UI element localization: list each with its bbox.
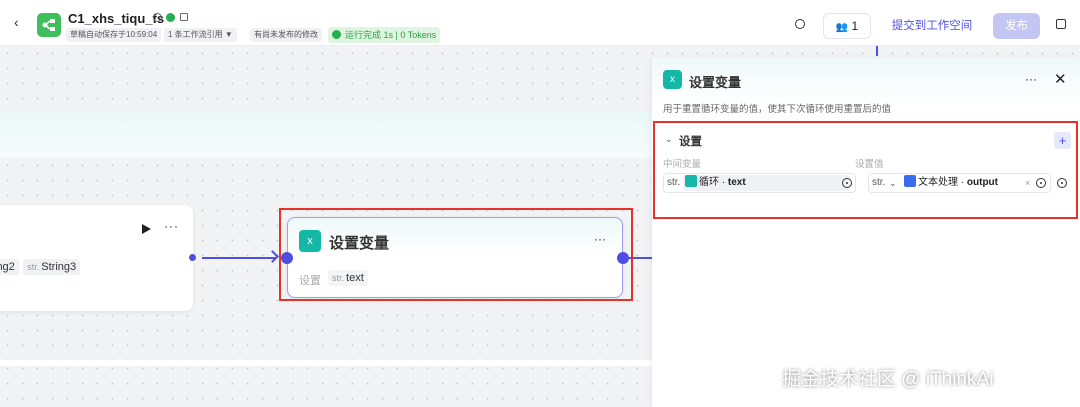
copy-icon[interactable] (1056, 19, 1066, 29)
edge-line (876, 46, 878, 56)
type-label: str. (27, 262, 40, 272)
caret-down-icon: ▼ (224, 30, 233, 39)
run-status-text: 运行完成 1s | 0 Tokens (345, 30, 437, 40)
unpublished-status: 有尚未发布的修改 (250, 28, 322, 42)
set-variable-icon: x (663, 70, 682, 89)
publish-button[interactable]: 发布 (993, 13, 1040, 39)
collaborators-count: 1 (851, 19, 859, 33)
output-tag: ing2 (0, 259, 19, 275)
references-dropdown[interactable]: 1 条工作流引用 ▼ (164, 28, 237, 42)
tag-name: String3 (41, 261, 77, 273)
previous-node[interactable]: ··· ing2 str.String3 (0, 205, 193, 311)
edge-line (202, 257, 276, 259)
submit-to-workspace-button[interactable]: 提交到工作空间 (882, 13, 982, 39)
references-label: 1 条工作流引用 (168, 30, 223, 39)
more-icon[interactable]: ··· (164, 219, 179, 233)
close-icon[interactable]: ✕ (1054, 70, 1067, 88)
run-icon[interactable] (142, 224, 151, 234)
output-port[interactable] (189, 254, 196, 261)
edit-icon[interactable] (180, 13, 188, 21)
watermark: 掘金技术社区 @ iThinkAi (782, 369, 994, 390)
info-icon[interactable] (153, 13, 162, 22)
panel-title: 设置变量 (689, 75, 742, 90)
workflow-icon (37, 13, 61, 37)
workflow-title: C1_xhs_tiqu_fs (68, 11, 165, 26)
success-icon (332, 30, 341, 39)
panel-description: 用于重置循环变量的值，使其下次循环使用重置后的值 (663, 104, 892, 115)
loop-header (0, 112, 652, 158)
highlight-box (279, 208, 633, 301)
node-config-panel: x 设置变量 ··· ✕ 用于重置循环变量的值，使其下次循环使用重置后的值 ⌄ … (652, 58, 1080, 407)
users-icon: 👥 (835, 22, 849, 33)
output-tag: str. String3 (23, 259, 81, 275)
back-button[interactable]: ‹ (14, 14, 19, 30)
top-bar: ‹ C1_xhs_tiqu_fs 草稿自动保存于10:59:04 1 条工作流引… (0, 0, 1080, 46)
run-status-badge: 运行完成 1s | 0 Tokens (328, 27, 441, 43)
collaborators-button[interactable]: 👥 1 (823, 13, 871, 39)
output-tags: ing2 str.String3 (0, 257, 81, 275)
history-icon[interactable] (795, 19, 805, 29)
highlight-box (653, 121, 1078, 219)
more-icon[interactable]: ··· (1025, 72, 1037, 86)
autosave-status: 草稿自动保存于10:59:04 (66, 28, 162, 42)
check-icon (166, 13, 175, 22)
